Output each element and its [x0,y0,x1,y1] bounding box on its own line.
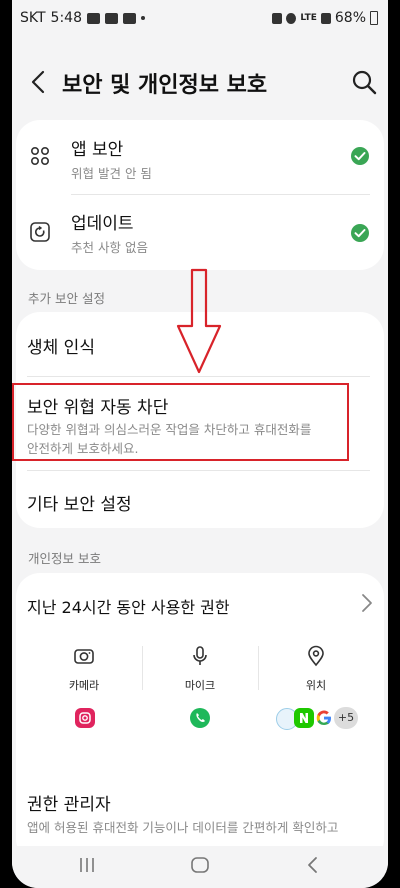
phone-app-icon [190,708,210,728]
gallery-notification-icon [87,12,100,24]
section-label-additional-security: 추가 보안 설정 [28,291,105,306]
update-status: 추천 사항 없음 [71,240,148,255]
update-icon [30,222,50,242]
chevron-left-icon[interactable] [26,68,54,96]
app-security-title: 앱 보안 [71,140,124,160]
back-nav-icon[interactable] [302,854,324,876]
battery-percent: 68% [334,10,366,26]
navigation-bar [12,846,388,888]
carrier: SKT [20,10,46,26]
check-circle-icon [351,224,369,242]
clock: 5:48 [50,10,82,26]
app-camera-icon [75,708,95,728]
permission-location[interactable]: 위치 [276,645,356,693]
permission-manager-row[interactable]: 권한 관리자 앱에 허용된 휴대전화 기능이나 데이터를 간편하게 확인하고 [16,775,384,841]
other-security-title: 기타 보안 설정 [27,495,132,515]
apps-grid-icon [30,146,50,166]
search-icon[interactable] [350,68,378,96]
app-security-status: 위협 발견 안 됨 [71,166,152,181]
permission-label: 카메라 [68,679,100,692]
naver-app-icon [294,708,314,728]
permission-manager-desc: 앱에 허용된 휴대전화 기능이나 데이터를 간편하게 확인하고 [27,820,339,835]
annotation-arrow-down-icon [176,268,222,374]
other-security-row[interactable]: 기타 보안 설정 [16,471,384,528]
section-label-privacy: 개인정보 보호 [28,551,101,566]
status-bar: SKT 5:48 LTE 68% [12,0,388,36]
check-circle-icon [351,147,369,165]
more-apps-badge: +5 [334,707,358,729]
security-status-card: 앱 보안 위협 발견 안 됨 업데이트 추천 사항 없음 [16,120,384,270]
more-notifications-icon [141,16,145,20]
hotspot-icon [286,12,297,24]
permission-manager-title: 권한 관리자 [27,795,111,815]
permission-label: 위치 [305,679,327,692]
battery-icon [370,11,378,25]
divider [142,646,143,690]
phone-screen: SKT 5:48 LTE 68% 보안 및 개인정보 보호 앱 보안 위협 발견… [12,0,388,888]
recent-apps-icon[interactable] [76,854,98,876]
permission-label: 마이크 [184,679,216,692]
recent-permissions-row[interactable]: 지난 24시간 동안 사용한 권한 [16,573,384,633]
signal-icon [320,12,331,24]
annotation-highlight-box [12,383,349,461]
update-row[interactable]: 업데이트 추천 사항 없음 [16,195,384,270]
recent-permissions-title: 지난 24시간 동안 사용한 권한 [27,598,230,617]
chat-notification-icon [123,12,136,24]
permission-camera[interactable]: 카메라 [44,645,124,693]
permission-microphone[interactable]: 마이크 [160,645,240,693]
network-type: LTE [300,13,317,23]
home-icon[interactable] [189,854,211,876]
divider [258,646,259,690]
news-notification-icon [105,12,118,24]
app-header: 보안 및 개인정보 보호 [12,56,388,108]
location-pin-icon [308,645,324,667]
microphone-icon [193,646,207,665]
page-title: 보안 및 개인정보 보호 [62,73,268,98]
alarm-icon [272,12,283,24]
chevron-right-icon [362,594,372,612]
app-security-row[interactable]: 앱 보안 위협 발견 안 됨 [16,120,384,195]
google-app-icon [314,708,334,728]
biometrics-title: 생체 인식 [27,338,95,358]
update-title: 업데이트 [71,214,134,234]
camera-icon [74,649,94,664]
